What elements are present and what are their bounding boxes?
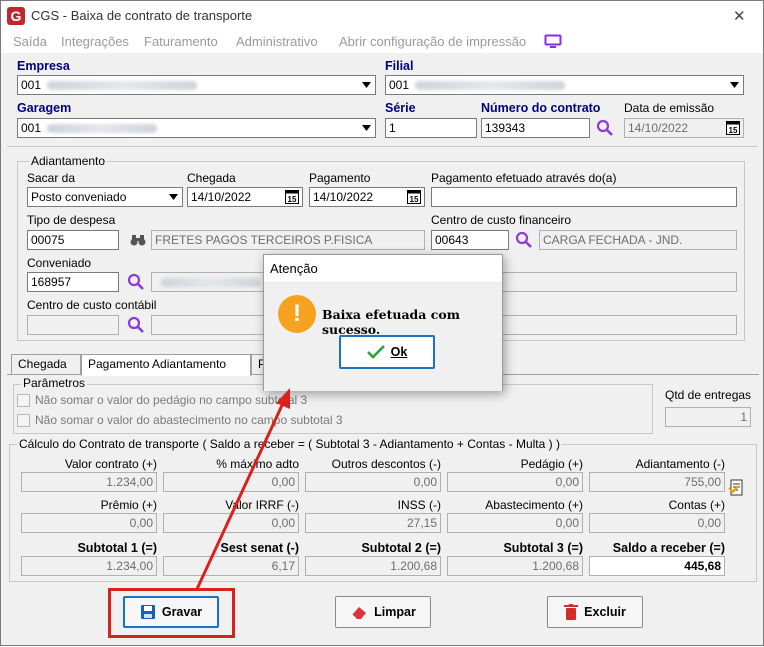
annotation-arrow [195, 388, 290, 590]
main-window: G CGS - Baixa de contrato de transporte … [0, 0, 764, 646]
